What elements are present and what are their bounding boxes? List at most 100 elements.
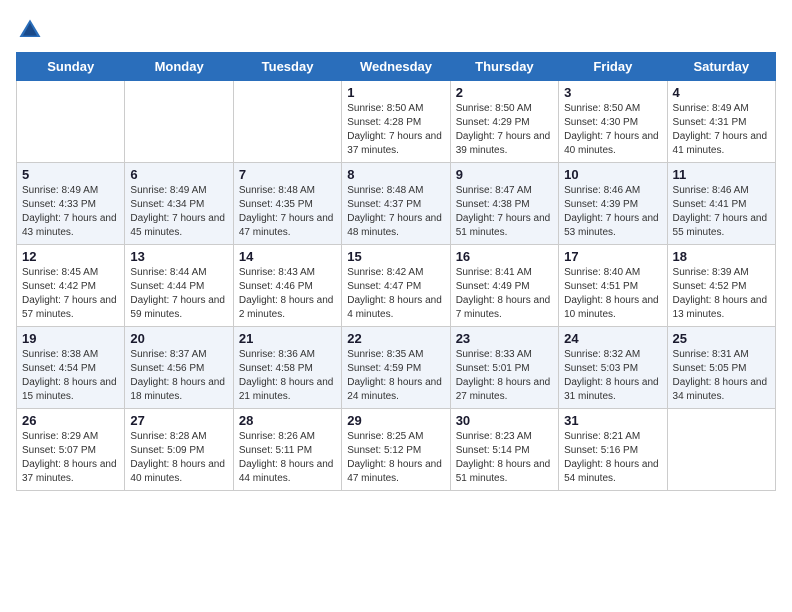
logo bbox=[16, 16, 48, 44]
cell-date: 17 bbox=[564, 249, 661, 264]
cell-date: 16 bbox=[456, 249, 553, 264]
calendar-cell: 20 Sunrise: 8:37 AMSunset: 4:56 PMDayligh… bbox=[125, 327, 233, 409]
cell-info: Sunrise: 8:41 AMSunset: 4:49 PMDaylight:… bbox=[456, 266, 553, 322]
cell-info: Sunrise: 8:46 AMSunset: 4:39 PMDaylight:… bbox=[564, 184, 661, 240]
cell-info: Sunrise: 8:36 AMSunset: 4:58 PMDaylight:… bbox=[239, 348, 336, 404]
cell-info: Sunrise: 8:49 AMSunset: 4:34 PMDaylight:… bbox=[130, 184, 227, 240]
cell-date: 31 bbox=[564, 413, 661, 428]
calendar-cell: 29 Sunrise: 8:25 AMSunset: 5:12 PMDayligh… bbox=[342, 409, 450, 491]
calendar-cell: 4 Sunrise: 8:49 AMSunset: 4:31 PMDaylight… bbox=[667, 81, 775, 163]
calendar-cell: 8 Sunrise: 8:48 AMSunset: 4:37 PMDaylight… bbox=[342, 163, 450, 245]
cell-info: Sunrise: 8:49 AMSunset: 4:31 PMDaylight:… bbox=[673, 102, 770, 158]
cell-info: Sunrise: 8:31 AMSunset: 5:05 PMDaylight:… bbox=[673, 348, 770, 404]
cell-info: Sunrise: 8:50 AMSunset: 4:29 PMDaylight:… bbox=[456, 102, 553, 158]
cell-info: Sunrise: 8:49 AMSunset: 4:33 PMDaylight:… bbox=[22, 184, 119, 240]
calendar-cell bbox=[667, 409, 775, 491]
cell-info: Sunrise: 8:38 AMSunset: 4:54 PMDaylight:… bbox=[22, 348, 119, 404]
cell-info: Sunrise: 8:47 AMSunset: 4:38 PMDaylight:… bbox=[456, 184, 553, 240]
calendar-cell: 24 Sunrise: 8:32 AMSunset: 5:03 PMDayligh… bbox=[559, 327, 667, 409]
calendar-cell: 25Sunrise: 8:31 AMSunset: 5:05 PMDayligh… bbox=[667, 327, 775, 409]
calendar-cell: 31 Sunrise: 8:21 AMSunset: 5:16 PMDayligh… bbox=[559, 409, 667, 491]
cell-date: 26 bbox=[22, 413, 119, 428]
calendar-cell: 13 Sunrise: 8:44 AMSunset: 4:44 PMDayligh… bbox=[125, 245, 233, 327]
cell-info: Sunrise: 8:33 AMSunset: 5:01 PMDaylight:… bbox=[456, 348, 553, 404]
cell-date: 19 bbox=[22, 331, 119, 346]
cell-info: Sunrise: 8:46 AMSunset: 4:41 PMDaylight:… bbox=[673, 184, 770, 240]
cell-info: Sunrise: 8:21 AMSunset: 5:16 PMDaylight:… bbox=[564, 430, 661, 486]
cell-date: 8 bbox=[347, 167, 444, 182]
day-header-tuesday: Tuesday bbox=[233, 53, 341, 81]
calendar-week-row: 1Sunrise: 8:50 AMSunset: 4:28 PMDaylight… bbox=[17, 81, 776, 163]
cell-date: 29 bbox=[347, 413, 444, 428]
calendar-cell: 6 Sunrise: 8:49 AMSunset: 4:34 PMDaylight… bbox=[125, 163, 233, 245]
day-header-thursday: Thursday bbox=[450, 53, 558, 81]
cell-date: 2 bbox=[456, 85, 553, 100]
calendar-cell: 15 Sunrise: 8:42 AMSunset: 4:47 PMDayligh… bbox=[342, 245, 450, 327]
page-header bbox=[16, 16, 776, 44]
calendar-cell: 22Sunrise: 8:35 AMSunset: 4:59 PMDayligh… bbox=[342, 327, 450, 409]
logo-icon bbox=[16, 16, 44, 44]
cell-info: Sunrise: 8:32 AMSunset: 5:03 PMDaylight:… bbox=[564, 348, 661, 404]
calendar-table: SundayMondayTuesdayWednesdayThursdayFrid… bbox=[16, 52, 776, 491]
cell-info: Sunrise: 8:44 AMSunset: 4:44 PMDaylight:… bbox=[130, 266, 227, 322]
calendar-cell: 1Sunrise: 8:50 AMSunset: 4:28 PMDaylight… bbox=[342, 81, 450, 163]
cell-date: 10 bbox=[564, 167, 661, 182]
cell-date: 11 bbox=[673, 167, 770, 182]
cell-date: 21 bbox=[239, 331, 336, 346]
cell-info: Sunrise: 8:45 AMSunset: 4:42 PMDaylight:… bbox=[22, 266, 119, 322]
calendar-week-row: 12 Sunrise: 8:45 AMSunset: 4:42 PMDayligh… bbox=[17, 245, 776, 327]
cell-info: Sunrise: 8:50 AMSunset: 4:30 PMDaylight:… bbox=[564, 102, 661, 158]
calendar-cell bbox=[17, 81, 125, 163]
cell-date: 23 bbox=[456, 331, 553, 346]
calendar-cell: 27Sunrise: 8:28 AMSunset: 5:09 PMDayligh… bbox=[125, 409, 233, 491]
cell-date: 7 bbox=[239, 167, 336, 182]
day-header-saturday: Saturday bbox=[667, 53, 775, 81]
cell-date: 5 bbox=[22, 167, 119, 182]
calendar-cell: 16 Sunrise: 8:41 AMSunset: 4:49 PMDayligh… bbox=[450, 245, 558, 327]
cell-date: 12 bbox=[22, 249, 119, 264]
cell-date: 3 bbox=[564, 85, 661, 100]
cell-date: 18 bbox=[673, 249, 770, 264]
cell-info: Sunrise: 8:35 AMSunset: 4:59 PMDaylight:… bbox=[347, 348, 444, 404]
calendar-cell: 26 Sunrise: 8:29 AMSunset: 5:07 PMDayligh… bbox=[17, 409, 125, 491]
calendar-week-row: 5 Sunrise: 8:49 AMSunset: 4:33 PMDaylight… bbox=[17, 163, 776, 245]
calendar-cell: 14Sunrise: 8:43 AMSunset: 4:46 PMDayligh… bbox=[233, 245, 341, 327]
calendar-cell: 7Sunrise: 8:48 AMSunset: 4:35 PMDaylight… bbox=[233, 163, 341, 245]
cell-info: Sunrise: 8:23 AMSunset: 5:14 PMDaylight:… bbox=[456, 430, 553, 486]
cell-info: Sunrise: 8:42 AMSunset: 4:47 PMDaylight:… bbox=[347, 266, 444, 322]
cell-date: 28 bbox=[239, 413, 336, 428]
calendar-week-row: 19 Sunrise: 8:38 AMSunset: 4:54 PMDayligh… bbox=[17, 327, 776, 409]
cell-date: 4 bbox=[673, 85, 770, 100]
calendar-cell: 3 Sunrise: 8:50 AMSunset: 4:30 PMDaylight… bbox=[559, 81, 667, 163]
cell-date: 9 bbox=[456, 167, 553, 182]
cell-info: Sunrise: 8:29 AMSunset: 5:07 PMDaylight:… bbox=[22, 430, 119, 486]
calendar-cell: 17 Sunrise: 8:40 AMSunset: 4:51 PMDayligh… bbox=[559, 245, 667, 327]
cell-date: 24 bbox=[564, 331, 661, 346]
day-header-friday: Friday bbox=[559, 53, 667, 81]
cell-info: Sunrise: 8:28 AMSunset: 5:09 PMDaylight:… bbox=[130, 430, 227, 486]
cell-date: 6 bbox=[130, 167, 227, 182]
cell-date: 13 bbox=[130, 249, 227, 264]
calendar-cell: 28 Sunrise: 8:26 AMSunset: 5:11 PMDayligh… bbox=[233, 409, 341, 491]
cell-date: 30 bbox=[456, 413, 553, 428]
calendar-cell: 10 Sunrise: 8:46 AMSunset: 4:39 PMDayligh… bbox=[559, 163, 667, 245]
day-header-sunday: Sunday bbox=[17, 53, 125, 81]
cell-date: 1 bbox=[347, 85, 444, 100]
calendar-cell: 5 Sunrise: 8:49 AMSunset: 4:33 PMDaylight… bbox=[17, 163, 125, 245]
calendar-header-row: SundayMondayTuesdayWednesdayThursdayFrid… bbox=[17, 53, 776, 81]
calendar-cell: 18 Sunrise: 8:39 AMSunset: 4:52 PMDayligh… bbox=[667, 245, 775, 327]
cell-date: 15 bbox=[347, 249, 444, 264]
cell-info: Sunrise: 8:40 AMSunset: 4:51 PMDaylight:… bbox=[564, 266, 661, 322]
cell-info: Sunrise: 8:39 AMSunset: 4:52 PMDaylight:… bbox=[673, 266, 770, 322]
cell-date: 14 bbox=[239, 249, 336, 264]
cell-info: Sunrise: 8:48 AMSunset: 4:37 PMDaylight:… bbox=[347, 184, 444, 240]
cell-info: Sunrise: 8:26 AMSunset: 5:11 PMDaylight:… bbox=[239, 430, 336, 486]
calendar-cell: 11 Sunrise: 8:46 AMSunset: 4:41 PMDayligh… bbox=[667, 163, 775, 245]
calendar-cell: 21 Sunrise: 8:36 AMSunset: 4:58 PMDayligh… bbox=[233, 327, 341, 409]
cell-date: 20 bbox=[130, 331, 227, 346]
cell-info: Sunrise: 8:37 AMSunset: 4:56 PMDaylight:… bbox=[130, 348, 227, 404]
calendar-cell: 12 Sunrise: 8:45 AMSunset: 4:42 PMDayligh… bbox=[17, 245, 125, 327]
calendar-week-row: 26 Sunrise: 8:29 AMSunset: 5:07 PMDayligh… bbox=[17, 409, 776, 491]
cell-info: Sunrise: 8:25 AMSunset: 5:12 PMDaylight:… bbox=[347, 430, 444, 486]
calendar-cell bbox=[125, 81, 233, 163]
